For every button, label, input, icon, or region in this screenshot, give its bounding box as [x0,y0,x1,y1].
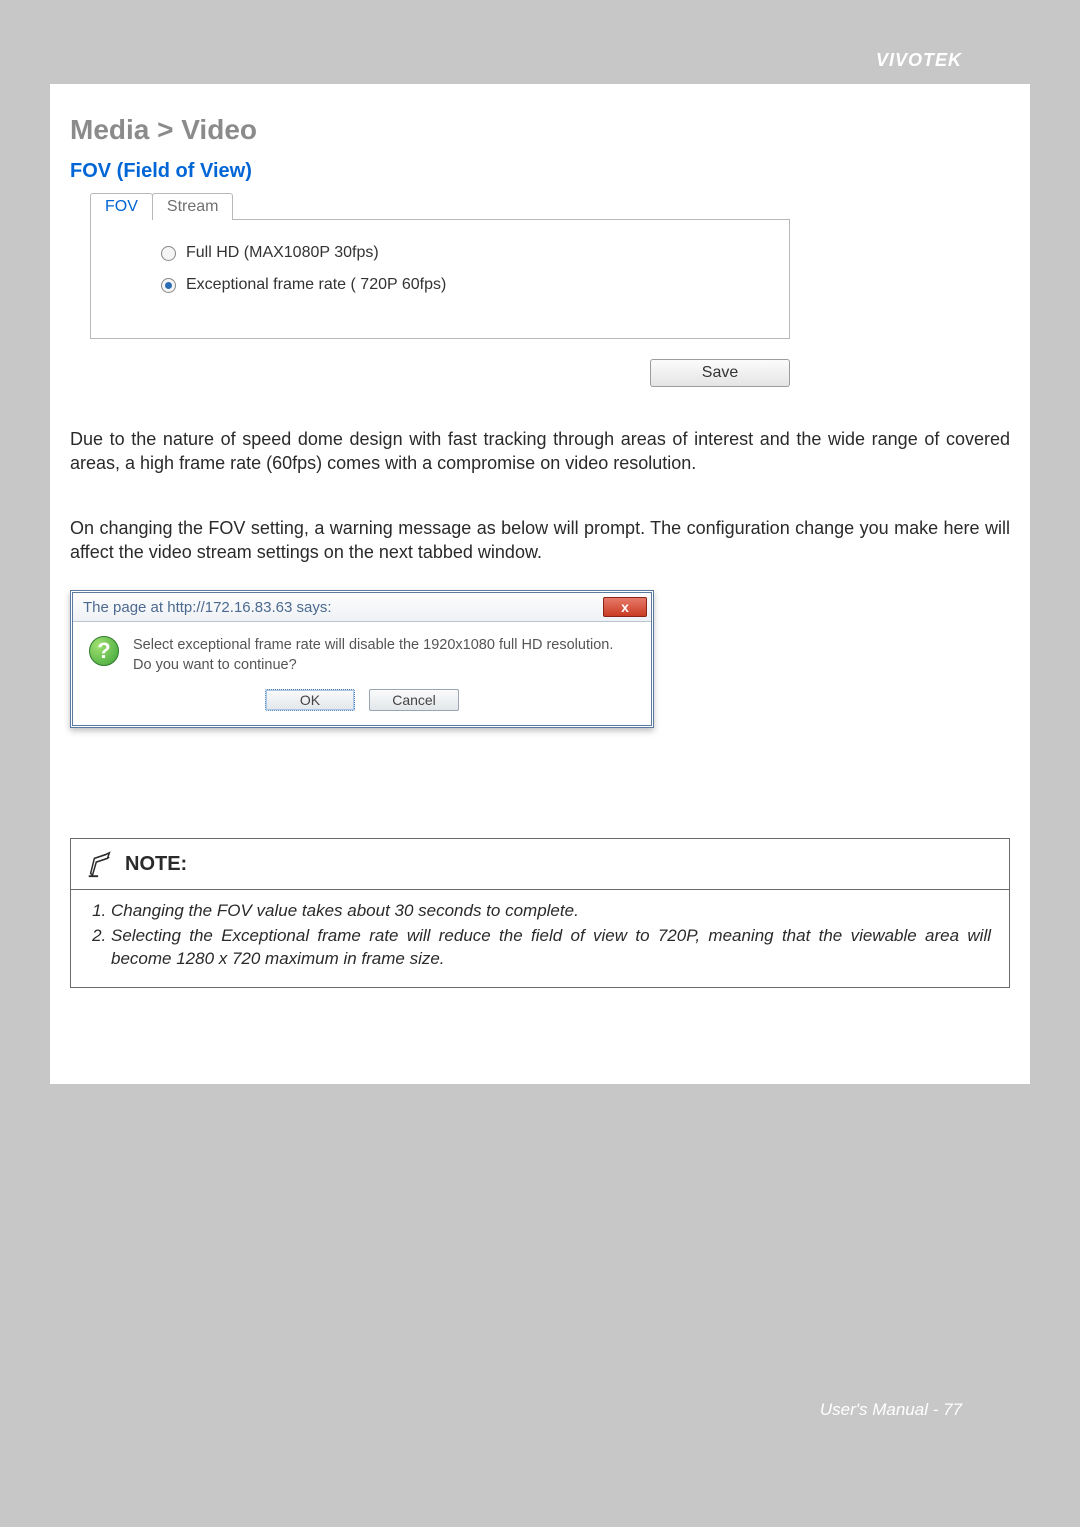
brand-label: VIVOTEK [876,50,962,71]
pencil-icon [85,849,115,879]
tab-fov[interactable]: FOV [90,193,153,220]
dialog-title: The page at http://172.16.83.63 says: [83,599,332,616]
note-item-1: Changing the FOV value takes about 30 se… [111,900,991,923]
radio-icon [161,278,176,293]
save-button[interactable]: Save [650,359,790,387]
page-wrapper: VIVOTEK Media > Video FOV (Field of View… [0,0,1080,1527]
dialog-titlebar: The page at http://172.16.83.63 says: x [73,593,651,622]
ok-button[interactable]: OK [265,689,355,711]
dialog-content: ? Select exceptional frame rate will dis… [73,622,651,689]
radio-fullhd[interactable]: Full HD (MAX1080P 30fps) [161,244,769,262]
note-title: NOTE: [125,853,187,876]
paragraph-2: On changing the FOV setting, a warning m… [70,516,1010,565]
radio-exceptional[interactable]: Exceptional frame rate ( 720P 60fps) [161,276,769,294]
tab-spacer [232,219,790,220]
note-list: Changing the FOV value takes about 30 se… [89,900,991,971]
tab-stream[interactable]: Stream [152,193,234,220]
radio-exceptional-label: Exceptional frame rate ( 720P 60fps) [186,276,446,294]
note-body: Changing the FOV value takes about 30 se… [71,890,1009,987]
footer-band: User's Manual - 77 [0,1084,1080,1464]
note-header: NOTE: [71,839,1009,890]
save-row: Save [70,359,790,387]
close-icon[interactable]: x [603,597,647,617]
header-band: VIVOTEK [0,0,1080,84]
dialog-message: Select exceptional frame rate will disab… [133,636,635,675]
section-heading: FOV (Field of View) [70,160,1010,183]
breadcrumb: Media > Video [70,114,1010,146]
tabs-row: FOV Stream [90,193,790,220]
radio-fullhd-label: Full HD (MAX1080P 30fps) [186,244,379,262]
note-item-2: Selecting the Exceptional frame rate wil… [111,925,991,971]
note-box: NOTE: Changing the FOV value takes about… [70,838,1010,988]
question-icon: ? [89,636,119,666]
cancel-button[interactable]: Cancel [369,689,459,711]
paragraph-1: Due to the nature of speed dome design w… [70,427,1010,476]
footer-text: User's Manual - 77 [820,1400,962,1420]
content-area: Media > Video FOV (Field of View) FOV St… [50,84,1030,1084]
fov-tabs-panel: FOV Stream Full HD (MAX1080P 30fps) Exce… [90,193,790,339]
radio-icon [161,246,176,261]
confirm-dialog: The page at http://172.16.83.63 says: x … [70,590,654,728]
tab-body: Full HD (MAX1080P 30fps) Exceptional fra… [90,219,790,339]
dialog-buttons: OK Cancel [73,689,651,725]
